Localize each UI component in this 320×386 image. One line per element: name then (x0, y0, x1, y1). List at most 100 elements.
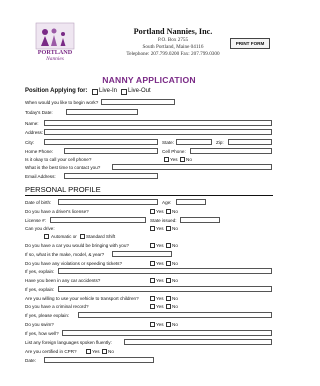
accidents-label: Have you been in any car accidents? (25, 278, 101, 283)
live-out-label: Live-Out (128, 88, 151, 94)
transport-yes-checkbox[interactable] (150, 296, 155, 301)
car-details-field[interactable] (112, 251, 172, 257)
violations-explain-field[interactable] (58, 268, 272, 274)
cpr-yes-checkbox[interactable] (86, 349, 91, 354)
transport-yes-label: Yes (156, 296, 164, 301)
print-form-button[interactable]: PRINT FORM (230, 38, 270, 49)
call-cell-yes-label: Yes (170, 157, 178, 162)
swim-no-checkbox[interactable] (166, 322, 171, 327)
state-issued-field[interactable] (180, 217, 220, 223)
age-field[interactable] (176, 199, 206, 205)
standard-label: Standard Shift (86, 234, 116, 239)
own-car-no-label: No (172, 243, 178, 248)
logo-text-top: PORTLAND (37, 49, 73, 56)
transport-label: Are you willing to use your vehicle to t… (25, 296, 139, 301)
state-label: State: (162, 140, 175, 145)
date-field[interactable] (44, 357, 154, 363)
swim-no-label: No (172, 322, 178, 327)
violations-no-checkbox[interactable] (166, 261, 171, 266)
license-yes-label: Yes (156, 209, 164, 214)
email-label: Email Address: (25, 174, 56, 179)
begin-work-field[interactable] (101, 99, 175, 105)
accidents-no-checkbox[interactable] (166, 278, 171, 283)
languages-label: List any foreign languages spoken fluent… (25, 340, 112, 345)
swim-label: Do you swim? (25, 322, 54, 327)
own-car-yes-label: Yes (156, 243, 164, 248)
company-name: Portland Nannies, Inc. (133, 27, 213, 36)
best-time-field[interactable] (112, 164, 272, 170)
live-out-checkbox[interactable] (121, 89, 127, 95)
standard-checkbox[interactable] (80, 234, 85, 239)
begin-work-label: When would you like to begin work? (25, 100, 99, 105)
swim-yes-checkbox[interactable] (150, 322, 155, 327)
criminal-no-label: No (172, 304, 178, 309)
accidents-explain-field[interactable] (58, 286, 272, 292)
license-number-field[interactable] (50, 217, 146, 223)
email-field[interactable] (64, 173, 158, 179)
license-label: Do you have a driver's license? (25, 209, 89, 214)
live-in-checkbox[interactable] (92, 89, 98, 95)
license-no-checkbox[interactable] (166, 209, 171, 214)
license-number-label: License #: (25, 218, 46, 223)
violations-yes-checkbox[interactable] (150, 261, 155, 266)
cpr-no-checkbox[interactable] (102, 349, 107, 354)
accidents-yes-checkbox[interactable] (150, 278, 155, 283)
city-label: City: (25, 140, 35, 145)
date-label: Date: (25, 358, 36, 363)
todays-date-label: Today's Date: (25, 110, 53, 115)
car-details-label: If so, what is the make, model, & year? (25, 252, 105, 257)
cpr-label: Are you certified in CPR? (25, 349, 77, 354)
criminal-explain-field[interactable] (78, 312, 272, 318)
can-drive-yes-checkbox[interactable] (150, 226, 155, 231)
cell-phone-label: Cell Phone: (162, 149, 186, 154)
city-field[interactable] (44, 139, 158, 145)
license-no-label: No (172, 209, 178, 214)
license-yes-checkbox[interactable] (150, 209, 155, 214)
criminal-yes-label: Yes (156, 304, 164, 309)
address-field[interactable] (44, 129, 272, 135)
age-label: Age: (162, 200, 172, 205)
automatic-checkbox[interactable] (44, 234, 49, 239)
violations-label: Do you have any violations or speeding t… (25, 261, 123, 266)
criminal-yes-checkbox[interactable] (150, 304, 155, 309)
company-logo: PORTLAND Nannies (32, 22, 78, 64)
transport-no-checkbox[interactable] (166, 296, 171, 301)
can-drive-yes-label: Yes (156, 226, 164, 231)
own-car-no-checkbox[interactable] (166, 243, 171, 248)
accidents-no-label: No (172, 278, 178, 283)
name-label: Name: (25, 121, 39, 126)
logo-text-bottom: Nannies (46, 56, 64, 62)
own-car-yes-checkbox[interactable] (150, 243, 155, 248)
how-well-label: If yes, how well? (25, 331, 59, 336)
position-label: Position Applying for: (25, 88, 88, 94)
call-cell-label: Is it okay to call your cell phone? (25, 157, 92, 162)
personal-profile-heading: PERSONAL PROFILE (25, 185, 101, 194)
best-time-label: What is the best time to contact you? (25, 165, 101, 170)
call-cell-no-label: No (186, 157, 192, 162)
accidents-explain-label: If yes, explain: (25, 287, 55, 292)
cell-phone-field[interactable] (190, 148, 272, 154)
violations-yes-label: Yes (156, 261, 164, 266)
can-drive-no-label: No (172, 226, 178, 231)
how-well-field[interactable] (62, 330, 272, 336)
call-cell-no-checkbox[interactable] (180, 157, 185, 162)
cpr-yes-label: Yes (92, 349, 100, 354)
zip-field[interactable] (228, 139, 272, 145)
live-in-label: Live-In (99, 88, 118, 94)
home-phone-field[interactable] (64, 148, 158, 154)
company-phone: Telephone: 207.799.0200 Fax: 207.799.030… (126, 51, 220, 57)
criminal-no-checkbox[interactable] (166, 304, 171, 309)
state-field[interactable] (176, 139, 212, 145)
dob-field[interactable] (58, 199, 158, 205)
accidents-yes-label: Yes (156, 278, 164, 283)
name-field[interactable] (44, 120, 272, 126)
todays-date-field[interactable] (66, 109, 138, 115)
languages-field[interactable] (124, 339, 272, 345)
can-drive-no-checkbox[interactable] (166, 226, 171, 231)
own-car-label: Do you have a car you would be bringing … (25, 243, 129, 248)
can-drive-label: Can you drive: (25, 226, 55, 231)
criminal-label: Do you have a criminal record? (25, 304, 89, 309)
criminal-explain-label: If yes, please explain: (25, 313, 70, 318)
violations-no-label: No (172, 261, 178, 266)
call-cell-yes-checkbox[interactable] (164, 157, 169, 162)
